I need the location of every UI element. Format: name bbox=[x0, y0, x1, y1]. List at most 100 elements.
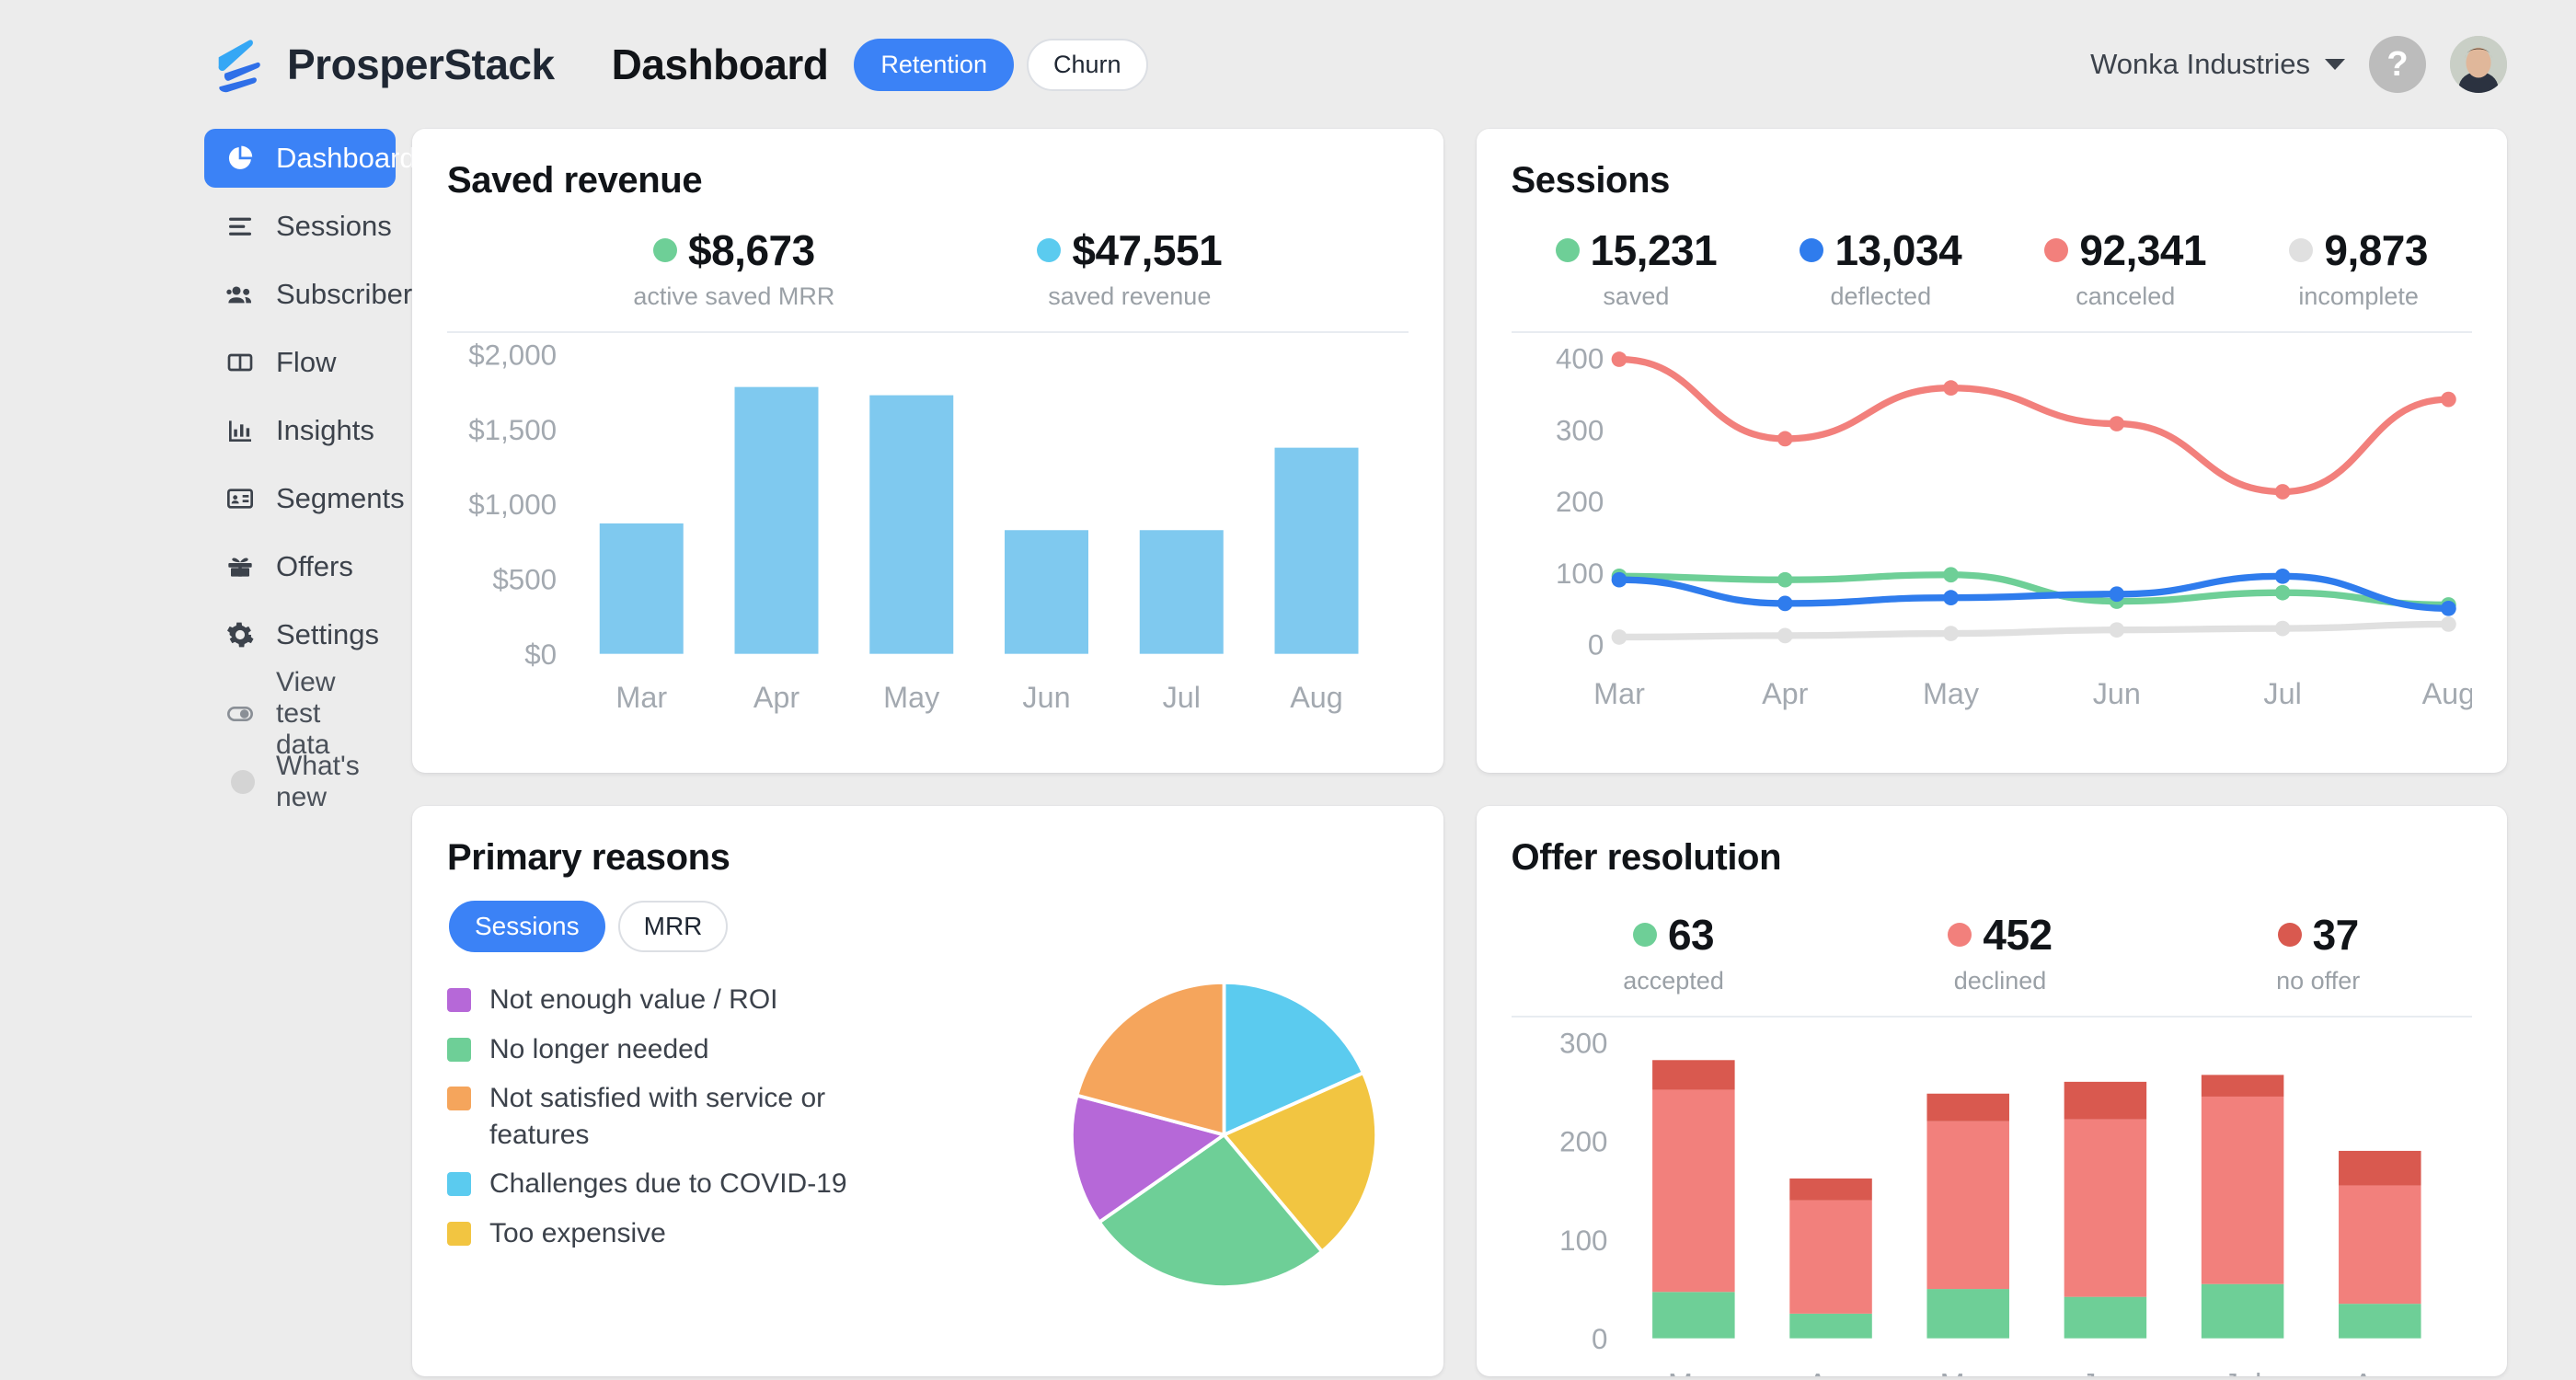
list-item[interactable]: Not satisfied with service or features bbox=[447, 1080, 1031, 1153]
sessions-stats: 15,231 saved 13,034 deflected 92,341 can… bbox=[1512, 225, 2473, 311]
sidebar-item-whats-new[interactable]: What's new bbox=[204, 751, 396, 812]
legend-swatch-icon bbox=[447, 1221, 471, 1246]
top-bar-right: Wonka Industries ? bbox=[2090, 36, 2507, 93]
pie-chart-icon bbox=[224, 143, 256, 174]
card-saved-revenue: Saved revenue $8,673 active saved MRR $4… bbox=[412, 129, 1443, 773]
top-bar: ProsperStack Dashboard Retention Churn W… bbox=[0, 0, 2576, 129]
status-badge bbox=[2277, 923, 2302, 947]
tab-churn[interactable]: Churn bbox=[1026, 38, 1148, 91]
svg-text:May: May bbox=[1922, 677, 1979, 710]
svg-text:May: May bbox=[1939, 1367, 1996, 1376]
stat-canceled: 92,341 canceled bbox=[2013, 225, 2237, 311]
help-button[interactable]: ? bbox=[2369, 36, 2426, 93]
stat-saved: 15,231 saved bbox=[1524, 225, 1749, 311]
sidebar-item-dashboard[interactable]: Dashboard bbox=[204, 129, 416, 188]
card-sessions: Sessions 15,231 saved 13,034 deflected 9… bbox=[1476, 129, 2507, 773]
legend-swatch-icon bbox=[447, 1037, 471, 1062]
stat-label: saved bbox=[1603, 282, 1670, 310]
svg-text:Aug: Aug bbox=[1290, 681, 1343, 714]
status-badge bbox=[1948, 923, 1972, 947]
tab-mrr[interactable]: MRR bbox=[617, 901, 729, 952]
svg-text:100: 100 bbox=[1559, 1225, 1607, 1257]
brand[interactable]: ProsperStack bbox=[210, 36, 555, 93]
svg-text:$500: $500 bbox=[492, 564, 557, 596]
offer-resolution-chart: 300 200 100 0 Mar Apr May Jun Jul Aug bbox=[1512, 1021, 2473, 1376]
stat-label: declined bbox=[1953, 967, 2047, 995]
legend-label: Not satisfied with service or features bbox=[489, 1083, 826, 1150]
svg-text:May: May bbox=[883, 681, 940, 714]
avatar[interactable] bbox=[2450, 36, 2507, 93]
svg-text:300: 300 bbox=[1555, 414, 1603, 446]
legend-label: Not enough value / ROI bbox=[489, 984, 778, 1015]
stat-value: 15,231 bbox=[1590, 226, 1718, 274]
sessions-chart: 400 300 200 100 0 Mar Apr May Jun Jul Aug bbox=[1512, 337, 2472, 741]
divider bbox=[1511, 331, 2472, 333]
sidebar-item-label: Offers bbox=[276, 550, 353, 582]
divider bbox=[1511, 1016, 2472, 1018]
sidebar-item-settings[interactable]: Settings bbox=[204, 605, 396, 664]
sidebar-item-segments[interactable]: Segments bbox=[204, 469, 405, 528]
legend-swatch-icon bbox=[447, 1172, 471, 1197]
list-item[interactable]: No longer needed bbox=[447, 1031, 1031, 1068]
status-badge bbox=[2289, 238, 2314, 262]
svg-text:200: 200 bbox=[1559, 1126, 1607, 1158]
toggle-off-icon bbox=[224, 698, 256, 730]
svg-text:Apr: Apr bbox=[753, 681, 800, 714]
stat-deflected: 13,034 deflected bbox=[1768, 225, 1993, 311]
tab-sessions[interactable]: Sessions bbox=[449, 901, 605, 952]
page-title: Dashboard bbox=[611, 40, 829, 88]
org-switcher[interactable]: Wonka Industries bbox=[2090, 48, 2345, 81]
question-mark-icon: ? bbox=[2386, 44, 2409, 84]
sidebar-item-insights[interactable]: Insights bbox=[204, 401, 396, 460]
sidebar-item-sessions[interactable]: Sessions bbox=[204, 197, 396, 256]
svg-text:0: 0 bbox=[1587, 629, 1603, 661]
svg-text:Apr: Apr bbox=[1762, 677, 1809, 710]
card-title: Offer resolution bbox=[1511, 837, 1782, 878]
list-item[interactable]: Challenges due to COVID-19 bbox=[447, 1166, 1031, 1202]
sidebar-item-label: Dashboard bbox=[276, 142, 416, 174]
tab-retention[interactable]: Retention bbox=[854, 38, 1014, 91]
svg-text:Jun: Jun bbox=[1022, 681, 1070, 714]
saved-revenue-chart: $2,000 $1,500 $1,000 $500 $0 Mar Apr May Jun Jul A… bbox=[447, 337, 1409, 741]
legend-swatch-icon bbox=[447, 988, 471, 1012]
brand-name: ProsperStack bbox=[287, 40, 555, 88]
svg-text:$0: $0 bbox=[524, 638, 557, 671]
sidebar-item-label: Insights bbox=[276, 414, 374, 446]
stat-saved-revenue: $47,551 saved revenue bbox=[936, 225, 1253, 311]
list-item[interactable]: Not enough value / ROI bbox=[447, 982, 1031, 1018]
stat-label: active saved MRR bbox=[633, 282, 835, 310]
svg-text:Mar: Mar bbox=[1593, 677, 1645, 710]
status-badge bbox=[1555, 238, 1580, 262]
pie-legend: Not enough value / ROI No longer needed … bbox=[447, 976, 1031, 1294]
legend-label: Too expensive bbox=[489, 1217, 666, 1248]
sidebar-item-flow[interactable]: Flow bbox=[204, 333, 396, 392]
status-badge bbox=[2044, 238, 2069, 262]
primary-reasons-toggle: Sessions MRR bbox=[449, 901, 1409, 952]
stat-label: saved revenue bbox=[1048, 282, 1212, 310]
sidebar-item-subscribers[interactable]: Subscribers bbox=[204, 265, 427, 324]
svg-text:Mar: Mar bbox=[1667, 1367, 1719, 1376]
svg-text:200: 200 bbox=[1555, 486, 1603, 518]
svg-text:$1,500: $1,500 bbox=[468, 414, 557, 446]
stat-value: 92,341 bbox=[2079, 226, 2207, 274]
app-body: Dashboard Sessions Subscribers Flow Insi bbox=[0, 129, 2576, 1376]
stat-value: 13,034 bbox=[1834, 226, 1962, 274]
stat-label: no offer bbox=[2276, 967, 2361, 995]
sidebar-item-label: Segments bbox=[276, 482, 405, 514]
svg-text:100: 100 bbox=[1555, 558, 1603, 590]
stat-value: 37 bbox=[2312, 911, 2360, 959]
stat-declined: 452 declined bbox=[1916, 910, 2083, 995]
chevron-down-icon bbox=[2325, 59, 2345, 70]
sidebar-item-label: Sessions bbox=[276, 210, 392, 242]
stat-label: canceled bbox=[2076, 282, 2176, 310]
sidebar-item-label: Flow bbox=[276, 346, 337, 378]
sidebar-item-label: Settings bbox=[276, 618, 380, 650]
bar-chart-icon bbox=[224, 415, 256, 446]
svg-text:Aug: Aug bbox=[2421, 677, 2472, 710]
sidebar-item-offers[interactable]: Offers bbox=[204, 537, 396, 596]
legend-label: Challenges due to COVID-19 bbox=[489, 1168, 847, 1200]
card-title: Primary reasons bbox=[447, 837, 730, 878]
list-item[interactable]: Too expensive bbox=[447, 1215, 1031, 1252]
sidebar-item-view-test-data[interactable]: View test data bbox=[204, 667, 396, 760]
stat-value: $47,551 bbox=[1072, 226, 1223, 274]
